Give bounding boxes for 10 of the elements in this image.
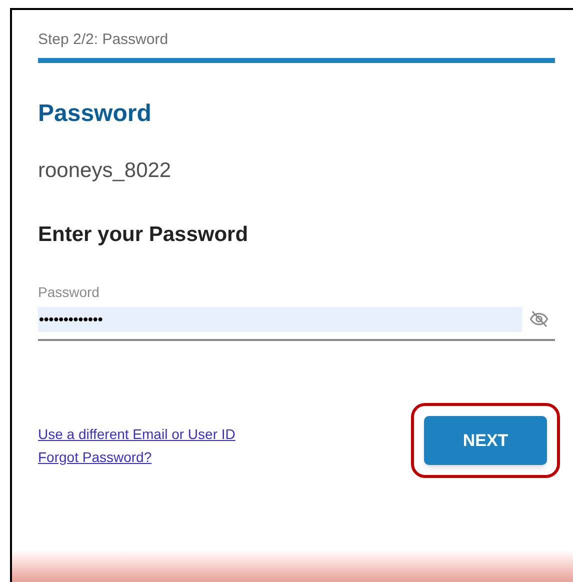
step-label: Step 2/2: Password (38, 30, 170, 50)
field-label: Password (38, 283, 100, 301)
password-field[interactable]: ••••••••••••• (38, 307, 522, 332)
next-button[interactable]: NEXT (424, 416, 547, 465)
page-heading: Password (38, 99, 152, 129)
eye-slash-icon[interactable] (529, 309, 549, 329)
link[interactable]: Forgot Password? (38, 446, 236, 469)
link[interactable]: Use a different Email or User ID (38, 423, 236, 446)
prompt-heading: Enter your Password (38, 222, 250, 248)
username-text: rooneys_8022 (38, 158, 172, 184)
